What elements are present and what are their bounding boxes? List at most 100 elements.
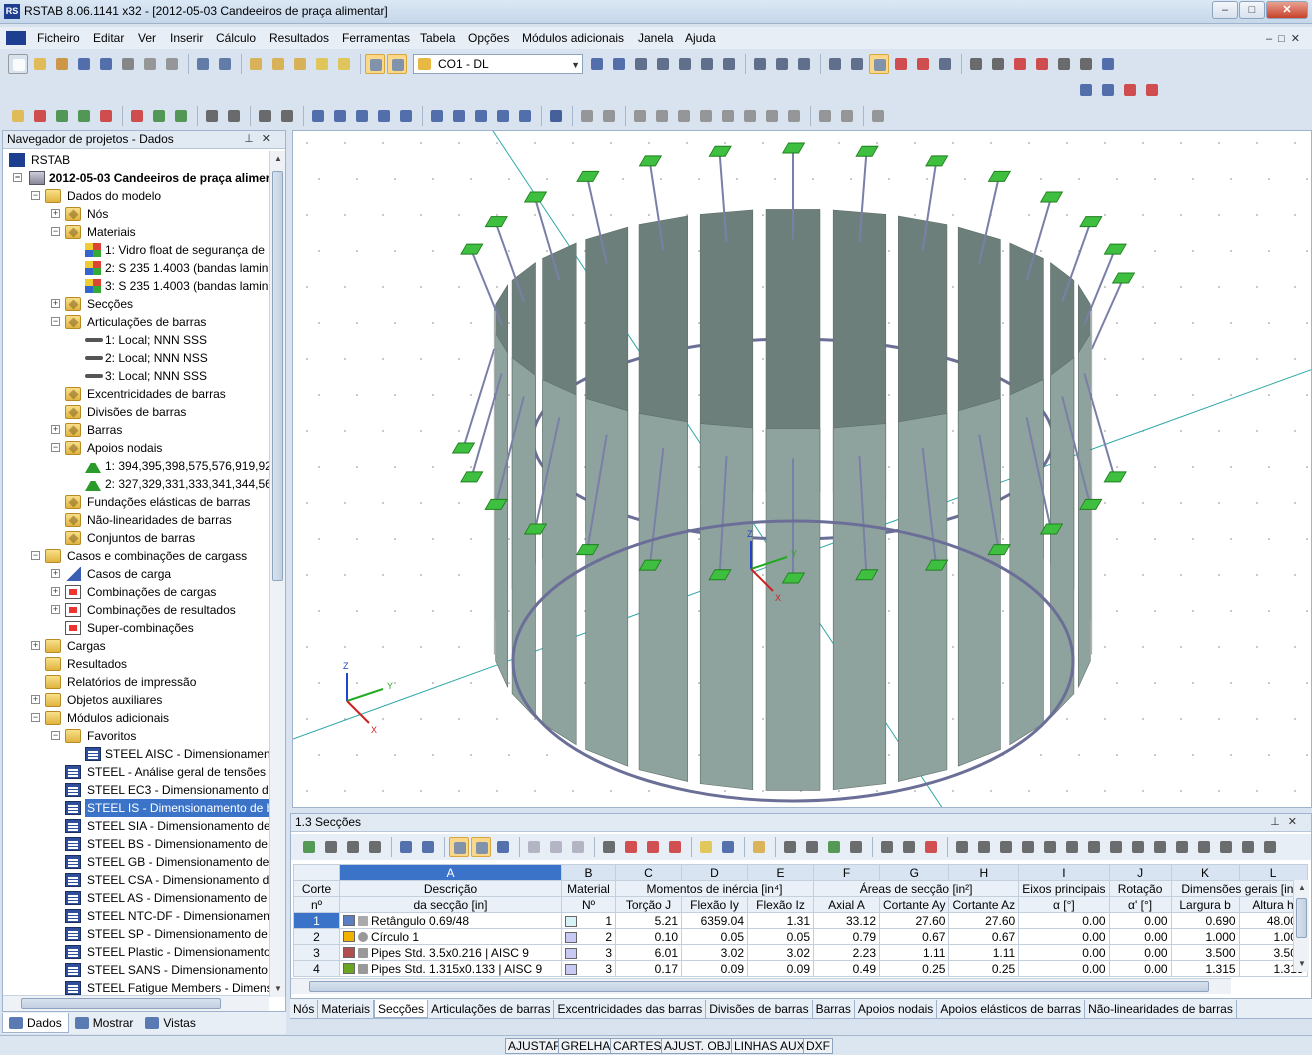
function-icon[interactable] [899,837,919,857]
insert-icon[interactable] [643,837,663,857]
print-graphic-icon[interactable] [140,54,160,74]
reaction-py-icon[interactable] [762,106,782,126]
render-mode-icon[interactable] [794,54,814,74]
navigator-hscrollbar[interactable] [3,995,269,1011]
extremes-icon[interactable] [719,54,739,74]
cell-eixos[interactable]: 0.00 [1018,944,1110,961]
move-icon[interactable] [891,54,911,74]
cell-largura[interactable]: 3.500 [1170,944,1240,961]
doc-icon[interactable] [6,31,26,45]
table-tab[interactable]: Secções [374,1000,429,1018]
col-a-header[interactable]: A [339,864,562,881]
tab-dados[interactable]: Dados [2,1013,69,1033]
remove-icon[interactable] [665,837,685,857]
previous-icon[interactable] [587,54,607,74]
cell-cortante-z[interactable]: 0.25 [948,960,1020,977]
layer-icon[interactable] [868,106,888,126]
menu-ver[interactable]: Ver [138,31,156,45]
section-t-icon[interactable] [1238,837,1258,857]
section-ro-icon[interactable] [1106,837,1126,857]
cell-cortante-z[interactable]: 0.67 [948,928,1020,945]
col-g-header[interactable]: G [878,864,950,881]
zoom-window-icon[interactable] [352,106,372,126]
internal-force-n-icon[interactable] [630,106,650,126]
cell-flexao-y[interactable]: 3.02 [681,944,748,961]
cell-flexao-z[interactable]: 0.05 [747,928,814,945]
cell-flexao-y[interactable]: 6359.04 [681,912,748,929]
col-c-header[interactable]: C [615,864,682,881]
cell-material[interactable]: 2 [561,928,616,945]
delete-icon[interactable] [1010,54,1030,74]
guidelines-button[interactable]: LINHAS AUX. [731,1038,812,1054]
cell-flexao-z[interactable]: 0.09 [747,960,814,977]
redo-icon[interactable] [215,54,235,74]
col-d-header[interactable]: D [681,864,748,881]
section-l-icon[interactable] [1150,837,1170,857]
member-load-icon[interactable] [149,106,169,126]
menu-tabela[interactable]: Tabela [420,31,455,45]
select-icon[interactable] [869,54,889,74]
section-heb-icon[interactable] [1018,837,1038,857]
table-row[interactable]: 2 Círculo 1 2 0.10 0.05 0.05 0.79 0.67 0.67 0.00 0… [293,928,1308,945]
dxf-button[interactable]: DXF [803,1038,833,1054]
member-diagram-icon[interactable] [599,106,619,126]
prev-table-icon[interactable] [396,837,416,857]
calc-icon[interactable] [246,54,266,74]
table-tab[interactable]: Divisões de barras [706,1000,813,1018]
col-h-header[interactable]: H [948,864,1020,881]
project-icon[interactable] [74,54,94,74]
copy-icon[interactable] [524,837,544,857]
cell-torcao[interactable]: 0.10 [615,928,682,945]
min-values-icon[interactable] [675,54,695,74]
cell-cortante-z[interactable]: 1.11 [948,944,1020,961]
new-support-icon[interactable] [74,106,94,126]
results-display-icon[interactable] [312,54,332,74]
osnap-button[interactable]: AJUST. OBJ. [661,1038,738,1054]
table-tab[interactable]: Articulações de barras [428,1000,555,1018]
internal-force-vz-icon[interactable] [674,106,694,126]
view-icon[interactable] [750,54,770,74]
mdi-controls[interactable]: –□✕ [1266,32,1306,45]
cell-rotacao[interactable]: 0.00 [1108,944,1172,961]
cell-axial[interactable]: 2.23 [813,944,880,961]
internal-force-vy-icon[interactable] [652,106,672,126]
deformation-icon[interactable] [697,54,717,74]
table-row[interactable]: 4 Pipes Std. 1.315x0.133 | AISC 9 3 0.17 0.0… [293,960,1308,977]
table-icon[interactable] [815,106,835,126]
cell-torcao[interactable]: 0.17 [615,960,682,977]
menu-resultados[interactable]: Resultados [269,31,329,45]
section-hem-icon[interactable] [1040,837,1060,857]
table-hscrollbar[interactable] [291,978,1231,994]
cell-description[interactable]: Círculo 1 [339,928,562,945]
result-diagram-icon[interactable] [577,106,597,126]
section-rec-icon[interactable] [1216,837,1236,857]
section-ipe-icon[interactable] [974,837,994,857]
cell-eixos[interactable]: 0.00 [1018,928,1110,945]
cell-rotacao[interactable]: 0.00 [1108,912,1172,929]
col-e-header[interactable]: E [747,864,814,881]
internal-force-mz-icon[interactable] [740,106,760,126]
section-rro-icon[interactable] [1084,837,1104,857]
col-f-header[interactable]: F [813,864,880,881]
section-is-icon[interactable] [1194,837,1214,857]
calc-all-icon[interactable] [268,54,288,74]
section-u-icon[interactable] [1172,837,1192,857]
divide-icon[interactable] [1076,54,1096,74]
node-icon[interactable] [988,54,1008,74]
cell-largura[interactable]: 1.315 [1170,960,1240,977]
cell-description[interactable]: Pipes Std. 1.315x0.133 | AISC 9 [339,960,562,977]
import-icon[interactable] [780,837,800,857]
table-vscrollbar[interactable]: ▲ ▼ [1293,880,1309,972]
table-tab[interactable]: Excentricidades das barras [554,1000,707,1018]
navigator-pin-close[interactable]: ⊥✕ [244,131,279,148]
row-move-icon[interactable] [365,837,385,857]
table-pin-close[interactable]: ⊥✕ [1270,814,1305,831]
table-row[interactable]: 1 Retângulo 0.69/48 1 5.21 6359.04 1.31 33.12 2… [293,912,1308,929]
menu-calculo[interactable]: Cálculo [216,31,256,45]
coordinate-icon[interactable] [277,106,297,126]
paste-icon[interactable] [546,837,566,857]
reaction-pz-icon[interactable] [784,106,804,126]
mirror-icon[interactable] [1032,54,1052,74]
library-icon[interactable] [952,837,972,857]
connect-icon[interactable] [1054,54,1074,74]
